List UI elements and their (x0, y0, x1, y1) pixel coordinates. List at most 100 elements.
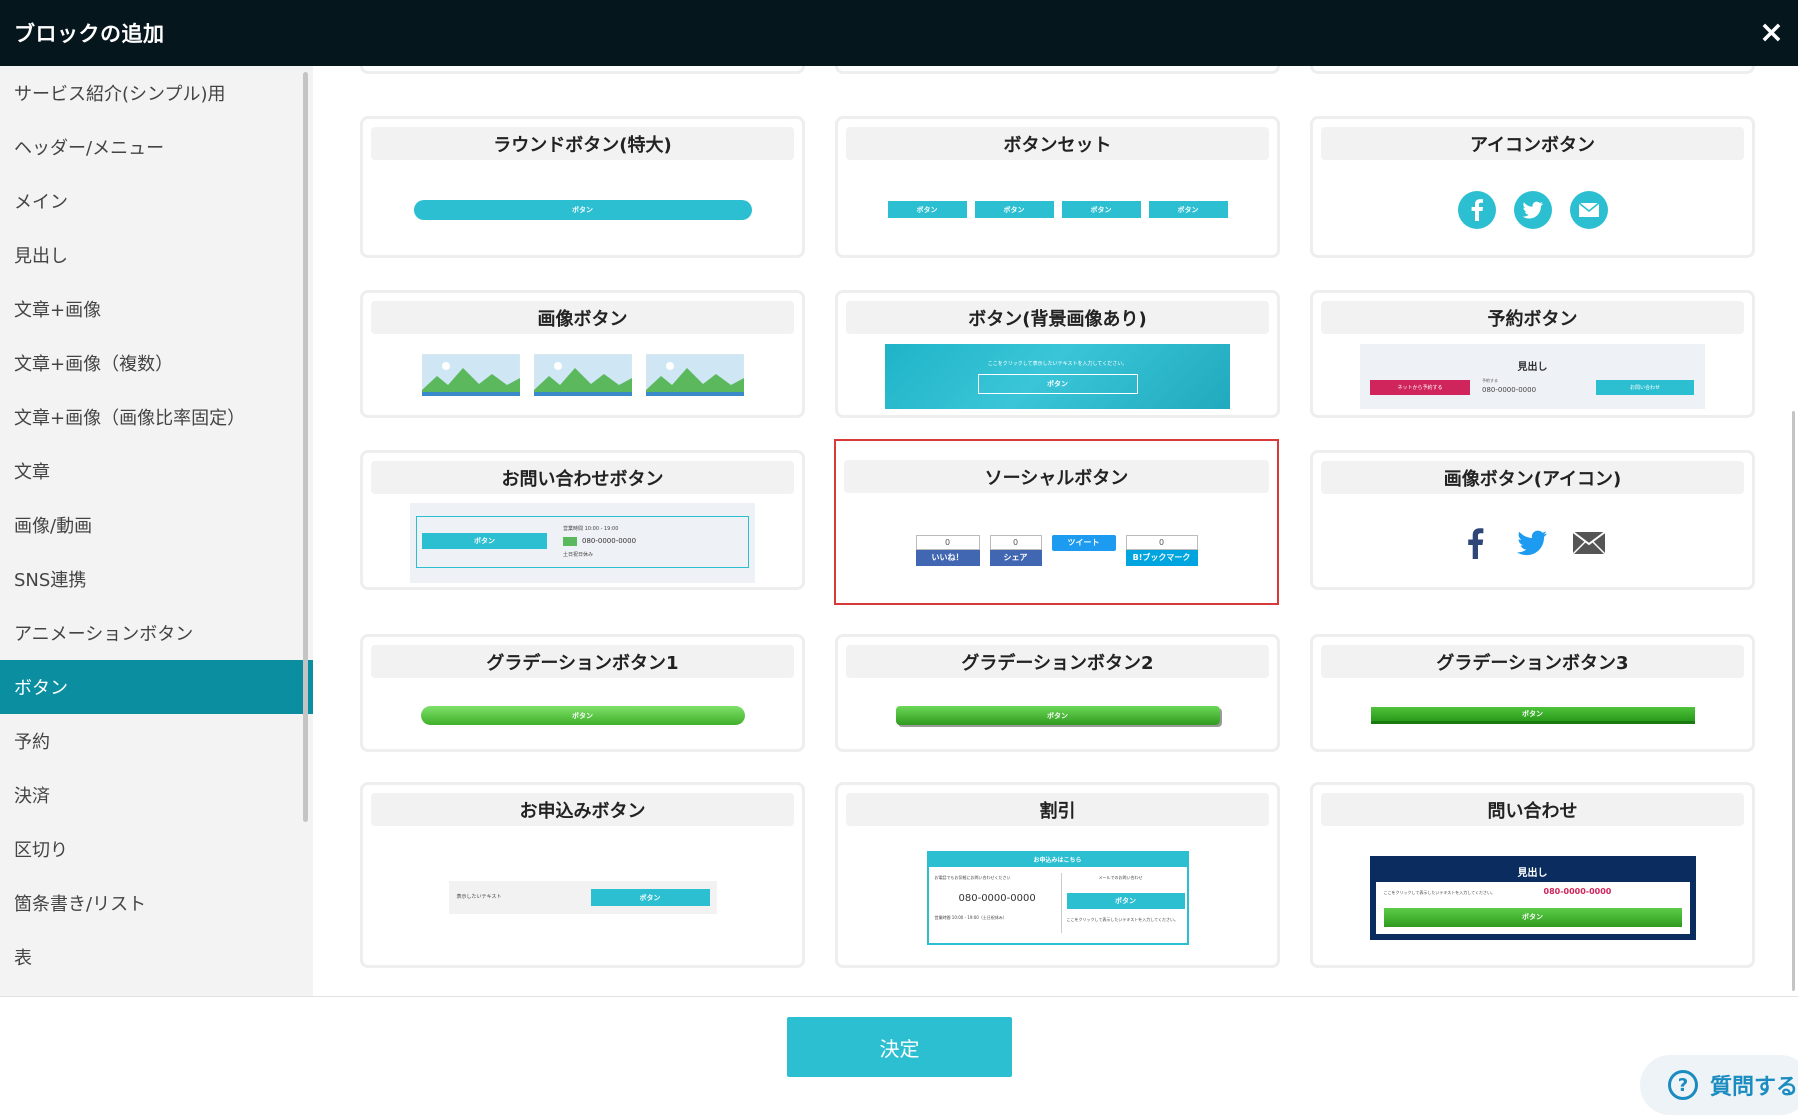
share-widget: 0 シェア (989, 534, 1042, 566)
free-dial-icon (563, 536, 577, 546)
sidebar-item-heading[interactable]: 見出し (0, 228, 313, 282)
block-card-application-button[interactable]: お申込みボタン 表示したいテキスト ボタン (360, 782, 805, 968)
card-preview: 表示したいテキスト ボタン (363, 830, 802, 965)
block-card-gradient-button-3[interactable]: グラデーションボタン3 ボタン (1310, 634, 1755, 752)
application-preview: 表示したいテキスト ボタン (448, 881, 717, 914)
banner-caption: ここをクリックして表示したいテキストを入力してください。 (987, 360, 1128, 367)
sidebar-item-header-menu[interactable]: ヘッダー/メニュー (0, 120, 313, 174)
image-placeholder-icon (645, 353, 744, 396)
sidebar-item-image-video[interactable]: 画像/動画 (0, 498, 313, 552)
block-card-reservation-button[interactable]: 予約ボタン 見出し ネットから予約する 予約する 080-0000-0000 お… (1310, 290, 1755, 418)
divider (1060, 872, 1062, 933)
discount-header: お申込みはこちら (928, 852, 1187, 867)
block-card-partial[interactable] (1310, 66, 1755, 74)
block-card-partial[interactable] (360, 66, 805, 74)
block-card-round-button-xl[interactable]: ラウンドボタン(特大) ボタン (360, 116, 805, 258)
sidebar-item-list[interactable]: 箇条書き/リスト (0, 876, 313, 930)
inquiry-caption: ここをクリックして表示したいテキストを入力してください。 (1383, 889, 1496, 895)
preview-button: ボタン (895, 706, 1220, 725)
sidebar-item-text[interactable]: 文章 (0, 444, 313, 498)
card-title: グラデーションボタン2 (846, 645, 1269, 678)
block-card-bg-image-button[interactable]: ボタン(背景画像あり) ここをクリックして表示したいテキストを入力してください。… (835, 290, 1280, 418)
contact-button: お問い合わせ (1596, 380, 1694, 395)
hatena-widget: 0 B!ブックマーク (1125, 534, 1198, 566)
block-card-gradient-button-2[interactable]: グラデーションボタン2 ボタン (835, 634, 1280, 752)
note: ここをクリックして表示したいテキストを入力してください。 (1066, 916, 1179, 922)
share-count: 0 (989, 534, 1042, 550)
sidebar-item-button[interactable]: ボタン (0, 660, 313, 714)
sidebar-item-sns[interactable]: SNS連携 (0, 552, 313, 606)
hatena-bookmark-button: B!ブックマーク (1125, 549, 1198, 566)
block-card-inquiry[interactable]: 問い合わせ 見出し ここをクリックして表示したいテキストを入力してください。 0… (1310, 782, 1755, 968)
card-title: ボタンセット (846, 127, 1269, 160)
card-title: 問い合わせ (1321, 793, 1744, 826)
card-preview: ここをクリックして表示したいテキストを入力してください。 ボタン (838, 338, 1277, 415)
tel-number: 080-0000-0000 (1482, 386, 1537, 394)
card-title: グラデーションボタン3 (1321, 645, 1744, 678)
sidebar-item-divider[interactable]: 区切り (0, 822, 313, 876)
facebook-icon (1467, 527, 1483, 559)
preview-button: ボタン (1061, 201, 1141, 218)
block-card-image-button[interactable]: 画像ボタン (360, 290, 805, 418)
preview-button: ボタン (1370, 707, 1695, 724)
sidebar-item-text-image-ratio[interactable]: 文章+画像（画像比率固定） (0, 390, 313, 444)
card-title: お問い合わせボタン (371, 461, 794, 494)
sidebar-scrollbar[interactable] (303, 72, 308, 822)
card-title: ソーシャルボタン (844, 460, 1269, 493)
card-title: 画像ボタン (371, 301, 794, 334)
card-title: お申込みボタン (371, 793, 794, 826)
tel-number: 080-0000-0000 (958, 892, 1036, 904)
modal-footer: 決定 ? 質問する (0, 996, 1798, 1115)
card-title: ボタン(背景画像あり) (846, 301, 1269, 334)
card-title: アイコンボタン (1321, 127, 1744, 160)
holiday-note: 土日祝日休み (563, 551, 594, 558)
right-caption: メールでのお問い合わせ (1098, 874, 1143, 880)
block-card-image-button-icon[interactable]: 画像ボタン(アイコン) (1310, 450, 1755, 590)
inquiry-preview: 見出し ここをクリックして表示したいテキストを入力してください。 080-000… (1369, 855, 1696, 940)
block-card-icon-button[interactable]: アイコンボタン (1310, 116, 1755, 258)
modal-header: ブロックの追加 × (0, 0, 1798, 66)
modal-title: ブロックの追加 (14, 22, 165, 46)
preview-button: ボタン (887, 201, 967, 218)
left-caption: お電話でもお気軽にお問い合わせください (934, 874, 1011, 880)
preview-button: ボタン (1148, 201, 1228, 218)
sidebar-item-text-image[interactable]: 文章+画像 (0, 282, 313, 336)
question-icon: ? (1668, 1070, 1698, 1100)
preview-button: ボタン (1066, 892, 1185, 909)
sidebar-item-service-intro[interactable]: サービス紹介(シンプル)用 (0, 66, 313, 120)
preview-button: ボタン (420, 706, 745, 725)
block-card-gradient-button-1[interactable]: グラデーションボタン1 ボタン (360, 634, 805, 752)
card-preview: ボタン (838, 682, 1277, 749)
card-title: 割引 (846, 793, 1269, 826)
like-count: 0 (915, 534, 980, 550)
block-gallery: ラウンドボタン(特大) ボタン ボタンセット ボタン ボタン ボタン ボタン ア… (313, 66, 1798, 996)
preview-button: ボタン (413, 199, 752, 220)
business-hours: 営業時間 10:00 - 19:00（土日祝休み） (934, 914, 1007, 920)
block-card-social-button[interactable]: ソーシャルボタン 0 いいね！ 0 シェア ツイート 0 B!ブックマーク (834, 439, 1279, 605)
close-icon[interactable]: × (1759, 18, 1784, 48)
discount-preview: お申込みはこちら お電話でもお気軽にお問い合わせください 080-0000-00… (926, 850, 1189, 945)
card-preview (363, 338, 802, 415)
net-reservation-button: ネットから予約する (1370, 380, 1470, 395)
decide-button[interactable]: 決定 (787, 1017, 1012, 1077)
sidebar-item-main[interactable]: メイン (0, 174, 313, 228)
help-button[interactable]: ? 質問する (1640, 1055, 1798, 1115)
business-hours: 営業時間 10:00 - 19:00 (563, 525, 619, 532)
block-card-contact-button[interactable]: お問い合わせボタン ボタン 営業時間 10:00 - 19:00 080-000… (360, 450, 805, 590)
sidebar-item-text-image-multi[interactable]: 文章+画像（複数） (0, 336, 313, 390)
sidebar-item-table[interactable]: 表 (0, 930, 313, 984)
preview-button: ボタン (422, 532, 547, 549)
share-button: シェア (989, 549, 1042, 566)
content-scrollbar[interactable] (1792, 411, 1795, 991)
card-preview: ボタン (363, 682, 802, 749)
sidebar-item-animation-button[interactable]: アニメーションボタン (0, 606, 313, 660)
card-title: 予約ボタン (1321, 301, 1744, 334)
block-card-discount[interactable]: 割引 お申込みはこちら お電話でもお気軽にお問い合わせください 080-0000… (835, 782, 1280, 968)
block-card-button-set[interactable]: ボタンセット ボタン ボタン ボタン ボタン (835, 116, 1280, 258)
block-card-partial[interactable] (835, 66, 1280, 74)
sidebar-item-payment[interactable]: 決済 (0, 768, 313, 822)
card-preview: ボタン (363, 164, 802, 255)
card-preview: ボタン 営業時間 10:00 - 19:00 080-0000-0000 土日祝… (363, 498, 802, 587)
sidebar-item-reservation[interactable]: 予約 (0, 714, 313, 768)
card-title: ラウンドボタン(特大) (371, 127, 794, 160)
